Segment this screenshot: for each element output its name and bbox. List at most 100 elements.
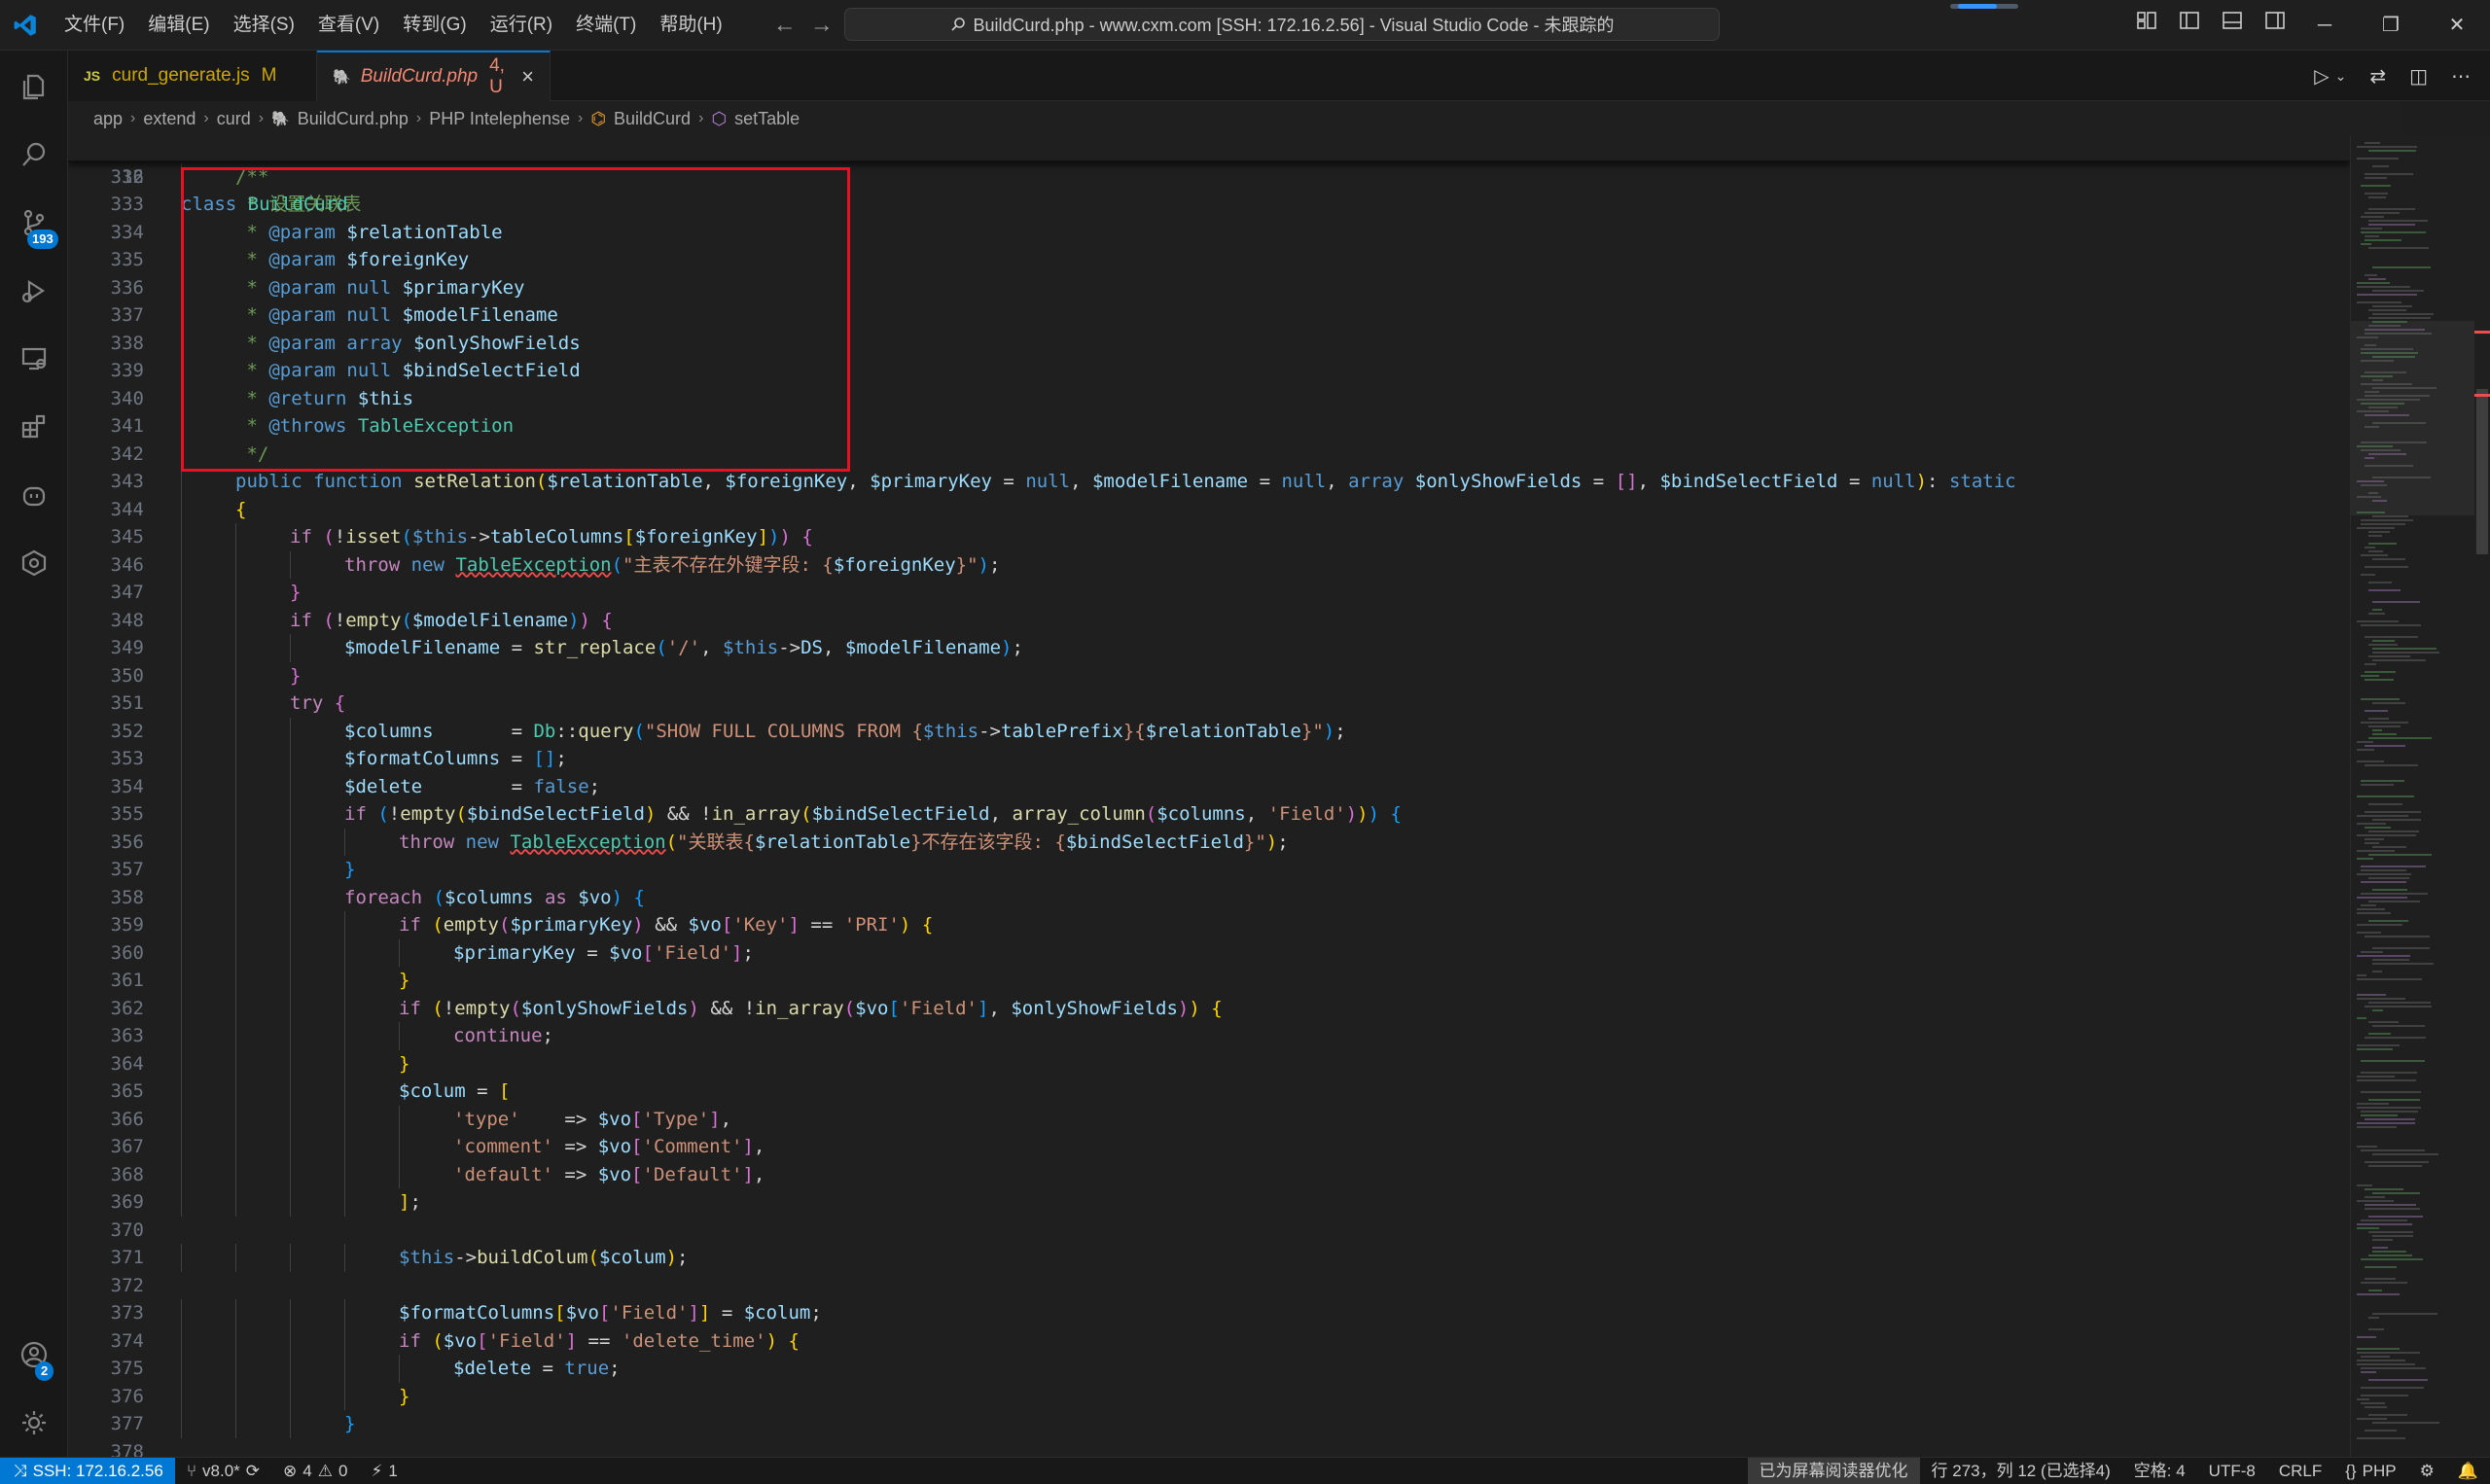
menu-file[interactable]: 文件(F): [53, 9, 136, 42]
file-encoding[interactable]: UTF-8: [2197, 1458, 2267, 1484]
code-line[interactable]: 366 'type' => $vo['Type'],: [68, 1105, 2350, 1133]
code-line[interactable]: 373 $formatColumns[$vo['Field']] = $colum…: [68, 1299, 2350, 1327]
menu-help[interactable]: 帮助(H): [648, 9, 733, 42]
command-center[interactable]: BuildCurd.php - www.cxm.com [SSH: 172.16…: [844, 8, 1720, 41]
manage-gear-icon[interactable]: [0, 1389, 68, 1457]
minimap-viewport[interactable]: [2351, 321, 2474, 515]
minimize-icon[interactable]: ─: [2292, 0, 2358, 51]
code-line[interactable]: 351 try {: [68, 689, 2350, 718]
back-arrow-icon[interactable]: ←: [773, 12, 797, 39]
breadcrumb-item[interactable]: BuildCurd.php: [298, 109, 409, 129]
close-tab-icon[interactable]: ×: [521, 64, 534, 89]
code-line[interactable]: 344 {: [68, 495, 2350, 523]
code-line[interactable]: 345 if (!isset($this->tableColumns[$forei…: [68, 523, 2350, 551]
notifications-bell-icon[interactable]: 🔔: [2446, 1458, 2490, 1484]
ports-indicator[interactable]: ⚡ 1: [359, 1458, 409, 1484]
close-window-icon[interactable]: ✕: [2424, 0, 2490, 51]
breadcrumb-item[interactable]: extend: [143, 109, 196, 129]
accounts-icon[interactable]: 2: [0, 1321, 68, 1389]
run-file-icon[interactable]: ▷: [2314, 64, 2329, 88]
toggle-secondary-sidebar-icon[interactable]: [2264, 10, 2286, 31]
remote-explorer-icon[interactable]: [0, 325, 68, 393]
code-line[interactable]: 352 $columns = Db::query("SHOW FULL COLUM…: [68, 717, 2350, 745]
code-line[interactable]: 343 public function setRelation($relation…: [68, 468, 2350, 496]
run-dropdown-chevron-icon[interactable]: ⌄: [2335, 68, 2347, 85]
branch-indicator[interactable]: ⑂ v8.0* ⟳: [175, 1458, 271, 1484]
minimap-line: [2357, 978, 2422, 980]
screen-reader-mode[interactable]: 已为屏幕阅读器优化: [1747, 1457, 1920, 1484]
sticky-scroll-header[interactable]: 16 class BuildCurd: [68, 136, 2350, 215]
code-token: tableColumns: [490, 526, 624, 548]
customize-layout-icon[interactable]: [2136, 10, 2157, 31]
code-line[interactable]: 348 if (!empty($modelFilename)) {: [68, 606, 2350, 634]
code-line[interactable]: 359 if (empty($primaryKey) && $vo['Key'] …: [68, 911, 2350, 939]
menu-terminal[interactable]: 终端(T): [564, 9, 648, 42]
menu-go[interactable]: 转到(G): [391, 9, 478, 42]
code-line[interactable]: 378: [68, 1438, 2350, 1458]
code-line[interactable]: 346 throw new TableException("主表不存在外键字段: …: [68, 550, 2350, 579]
code-line[interactable]: 354 $delete = false;: [68, 772, 2350, 800]
breadcrumb-item[interactable]: BuildCurd: [614, 109, 691, 129]
breadcrumb-item[interactable]: setTable: [734, 109, 800, 129]
forward-arrow-icon[interactable]: →: [810, 12, 834, 39]
menu-selection[interactable]: 选择(S): [222, 9, 306, 42]
breadcrumb-item[interactable]: PHP Intelephense: [429, 109, 570, 129]
code-line[interactable]: 371 $this->buildColum($colum);: [68, 1244, 2350, 1272]
code-line[interactable]: 370: [68, 1217, 2350, 1245]
copilot-icon[interactable]: [0, 461, 68, 529]
breadcrumb-item[interactable]: curd: [217, 109, 251, 129]
code-line[interactable]: 363 continue;: [68, 1022, 2350, 1050]
code-line[interactable]: 369];: [68, 1188, 2350, 1217]
language-mode[interactable]: {} PHP: [2333, 1458, 2407, 1484]
end-of-line[interactable]: CRLF: [2267, 1458, 2333, 1484]
explorer-icon[interactable]: [0, 53, 68, 121]
code-line[interactable]: 356 throw new TableException("关联表{$relati…: [68, 828, 2350, 856]
code-line[interactable]: 368 'default' => $vo['Default'],: [68, 1160, 2350, 1188]
problems-indicator[interactable]: ⊗ 4 ⚠ 0: [271, 1458, 359, 1484]
code-line[interactable]: 364}: [68, 1049, 2350, 1078]
tab-buildcurd-php[interactable]: 🐘 BuildCurd.php 4, U ×: [317, 51, 551, 101]
code-line[interactable]: 360 $primaryKey = $vo['Field'];: [68, 938, 2350, 967]
code-line[interactable]: 376}: [68, 1382, 2350, 1410]
more-actions-icon[interactable]: ⋯: [2451, 64, 2471, 88]
minimap[interactable]: [2350, 136, 2474, 1457]
code-line[interactable]: 350}: [68, 661, 2350, 689]
code-line[interactable]: 361}: [68, 967, 2350, 995]
sync-icon[interactable]: ⟳: [246, 1458, 260, 1484]
toggle-panel-icon[interactable]: [2222, 10, 2243, 31]
code-line[interactable]: 362 if (!empty($onlyShowFields) && !in_ar…: [68, 994, 2350, 1022]
compare-changes-icon[interactable]: ⇄: [2369, 64, 2386, 88]
extensions-icon[interactable]: [0, 393, 68, 461]
cursor-position[interactable]: 行 273，列 12 (已选择4): [1920, 1458, 2122, 1484]
code-token: =: [1837, 471, 1871, 492]
copilot-status-icon[interactable]: ⚙: [2408, 1458, 2446, 1484]
code-line[interactable]: 349 $modelFilename = str_replace('/', $th…: [68, 634, 2350, 662]
editor-scrollbar[interactable]: [2474, 136, 2490, 1457]
menu-run[interactable]: 运行(R): [479, 9, 564, 42]
code-line[interactable]: 375 $delete = true;: [68, 1355, 2350, 1383]
code-line[interactable]: 372: [68, 1272, 2350, 1300]
code-line[interactable]: 353 $formatColumns = [];: [68, 745, 2350, 773]
code-line[interactable]: 357}: [68, 856, 2350, 884]
code-line[interactable]: 347}: [68, 579, 2350, 607]
split-editor-icon[interactable]: ◫: [2409, 64, 2428, 88]
breadcrumb-item[interactable]: app: [93, 109, 123, 129]
restore-icon[interactable]: ❐: [2358, 0, 2424, 51]
menu-view[interactable]: 查看(V): [306, 9, 391, 42]
code-line[interactable]: 365 $colum = [: [68, 1078, 2350, 1106]
code-line[interactable]: 367 'comment' => $vo['Comment'],: [68, 1133, 2350, 1161]
remote-indicator[interactable]: ⤨ SSH: 172.16.2.56: [0, 1457, 175, 1484]
gitlens-icon[interactable]: [0, 529, 68, 597]
scrollbar-thumb[interactable]: [2476, 389, 2488, 554]
toggle-primary-sidebar-icon[interactable]: [2179, 10, 2200, 31]
code-line[interactable]: 377}: [68, 1410, 2350, 1438]
indentation[interactable]: 空格: 4: [2122, 1458, 2197, 1484]
code-line[interactable]: 374 if ($vo['Field'] == 'delete_time') {: [68, 1326, 2350, 1355]
run-debug-icon[interactable]: [0, 257, 68, 325]
search-view-icon[interactable]: [0, 121, 68, 189]
code-line[interactable]: 355 if (!empty($bindSelectField) && !in_a…: [68, 800, 2350, 829]
tab-curd-generate-js[interactable]: JS curd_generate.js M: [68, 51, 317, 101]
menu-edit[interactable]: 编辑(E): [136, 9, 221, 42]
code-line[interactable]: 358 foreach ($columns as $vo) {: [68, 883, 2350, 911]
source-control-icon[interactable]: 193: [0, 189, 68, 257]
